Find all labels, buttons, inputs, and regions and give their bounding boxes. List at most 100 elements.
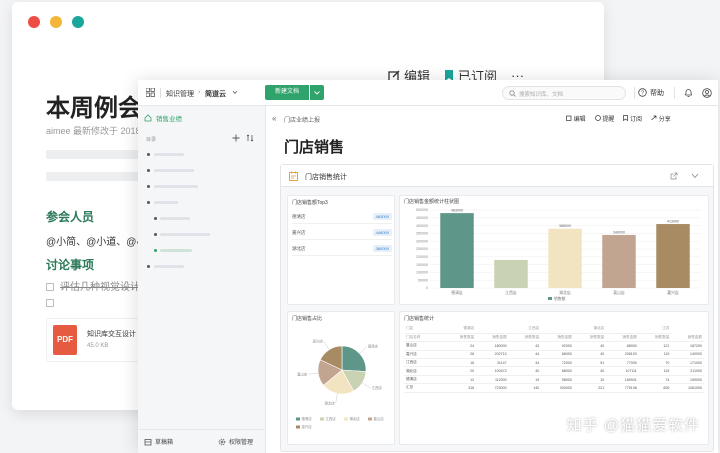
new-document-button[interactable]: 新建文档 (265, 85, 309, 100)
drafts-button[interactable]: 草稿箱 (144, 437, 173, 446)
minimize-window-dot[interactable] (50, 16, 62, 28)
table-cell: 187200 (671, 341, 704, 351)
divider (634, 87, 635, 99)
legend-label: 销售额 (554, 296, 566, 301)
y-tick-label: 50000 (418, 278, 428, 282)
plus-icon[interactable] (232, 134, 240, 142)
table-cell: 112000 (476, 375, 509, 385)
doc-breadcrumb[interactable]: 门店业绩上报 (284, 115, 320, 124)
checkbox[interactable] (46, 299, 54, 308)
bell-icon[interactable] (684, 88, 693, 98)
tree-item[interactable] (154, 265, 184, 268)
table-cell: 销售数量 (508, 333, 542, 343)
y-tick-label: 100000 (416, 271, 428, 275)
table-cell: 门店 (404, 325, 437, 334)
legend-swatch (548, 297, 552, 300)
sort-icon[interactable] (246, 134, 254, 142)
bar[interactable] (602, 234, 636, 288)
close-window-dot[interactable] (28, 16, 40, 28)
checkbox[interactable] (46, 283, 54, 292)
bar[interactable] (656, 224, 690, 288)
bar-chart-title: 门店销售金额统计柱状图 (404, 198, 459, 205)
table-cell: 销售数量 (638, 333, 672, 343)
y-tick-label: 500000 (416, 208, 428, 212)
table-cell (476, 325, 509, 334)
tree-item[interactable] (160, 233, 210, 236)
table-cell: 销售数量 (443, 333, 477, 343)
table-cell: 88000 (606, 341, 639, 351)
top-bar: 知识管理 › 简道云 新建文档 搜索知识库、文档 ? 帮助 (138, 80, 718, 106)
legend-label: 湖北店 (350, 416, 361, 421)
attachment-name: 知识库交互设计 (87, 331, 136, 338)
svg-text:?: ? (641, 91, 644, 97)
maximize-window-dot[interactable] (72, 16, 84, 28)
embedded-report: 门店销售统计 门店销售额Top3 德清店 483000 嘉兴店 448000 湖北店 38… (280, 164, 714, 452)
legend-label: 江西店 (326, 416, 337, 421)
legend-swatch (344, 417, 348, 421)
chevron-down-icon[interactable] (691, 173, 699, 179)
permissions-button[interactable]: 权限管理 (218, 437, 253, 446)
bar[interactable] (440, 213, 474, 288)
sidebar-section-label: 销售业绩 (156, 116, 182, 123)
breadcrumb-current[interactable]: 简道云 (205, 89, 226, 99)
tree-bullet (147, 201, 150, 204)
collapse-sidebar-icon[interactable]: « (272, 114, 276, 123)
directory-label: 目录 (146, 137, 157, 143)
attendees-list: @小简、@小道、@小 (46, 237, 147, 248)
bar-data-label: 340000 (613, 230, 625, 234)
subscribe-button[interactable]: 订阅 (623, 114, 642, 123)
placeholder-line (46, 150, 146, 159)
pie-slice[interactable] (341, 345, 367, 372)
tree-item[interactable] (154, 185, 198, 188)
pie-leader-line (359, 346, 367, 354)
tree-item[interactable] (154, 169, 194, 172)
user-avatar-icon[interactable] (702, 88, 712, 98)
task-item-done[interactable]: 评估几种视觉设计 (46, 278, 140, 293)
table-cell: 20 (443, 366, 477, 376)
table-cell: 湖北店 (573, 325, 607, 334)
help-icon[interactable]: ? (638, 88, 647, 97)
sales-table: 门店 德清店 江西店 湖北店 江苏 门店名称 销售数量 销售金额 销售数量 销售金额 销售数量 销售金… (404, 325, 704, 393)
bar[interactable] (494, 259, 528, 288)
share-label: 分享 (658, 117, 671, 123)
x-tick-label: 德清店 (451, 290, 463, 295)
tree-item[interactable] (154, 201, 178, 204)
pie-slice-label: 德清店 (368, 344, 379, 349)
tree-item[interactable] (154, 153, 184, 156)
table-row: 襄山店 24 180000 43 92000 40 88000 121 187200 (404, 341, 704, 351)
bar[interactable] (548, 228, 582, 288)
bar-chart: 门店销售金额统计柱状图 0 50000 100000 150000 200000 25000… (404, 198, 700, 301)
apps-grid-icon[interactable] (146, 88, 155, 97)
tree-item[interactable] (160, 217, 190, 220)
chevron-down-icon[interactable] (232, 90, 238, 95)
remind-button[interactable]: 提醒 (594, 114, 614, 123)
open-external-icon[interactable] (670, 172, 678, 180)
task-item-empty[interactable] (46, 298, 60, 309)
search-icon (509, 90, 516, 97)
sales-table-title: 门店销售统计 (404, 316, 435, 322)
sidebar-section-sales[interactable]: 销售业绩 (144, 113, 182, 123)
breadcrumb-root[interactable]: 知识管理 (166, 89, 194, 99)
top3-panel: 门店销售额Top3 德清店 483000 嘉兴店 448000 湖北店 380000 (287, 195, 395, 305)
tree-bullet (147, 153, 150, 156)
table-cell: 销售金额 (541, 333, 574, 343)
table-cell (541, 325, 574, 334)
share-button[interactable]: 分享 (651, 114, 671, 123)
divider (160, 88, 161, 98)
search-input[interactable]: 搜索知识库、文档 (502, 86, 626, 100)
table-cell: 销售金额 (671, 333, 704, 343)
new-document-dropdown[interactable] (310, 85, 324, 100)
help-link[interactable]: 帮助 (650, 88, 664, 98)
tree-bullet (154, 233, 157, 236)
breadcrumb-separator: › (198, 89, 201, 96)
table-cell: 66000 (541, 350, 574, 360)
top3-row: 德清店 483000 (292, 210, 392, 224)
table-cell: 44 (508, 350, 542, 360)
y-tick-label: 250000 (416, 247, 428, 251)
top3-title: 门店销售额Top3 (292, 200, 328, 206)
x-tick-label: 嘉兴店 (667, 290, 679, 295)
table-cell: 171000 (671, 358, 704, 368)
table-cell: 180000 (476, 341, 509, 351)
tree-item-active[interactable] (160, 249, 192, 252)
edit-doc-button[interactable]: 编辑 (566, 114, 586, 123)
